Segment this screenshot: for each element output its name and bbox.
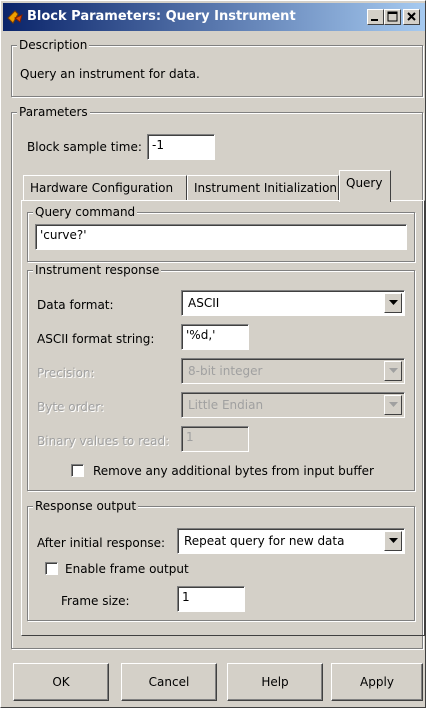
title-bar[interactable]: Block Parameters: Query Instrument (3, 3, 425, 31)
chevron-down-icon[interactable] (384, 293, 402, 313)
frame-size-field[interactable]: 1 (177, 586, 245, 612)
description-legend: Description (17, 38, 90, 52)
sample-time-field[interactable]: -1 (147, 134, 215, 160)
cancel-button[interactable]: Cancel (121, 663, 217, 701)
after-initial-select[interactable]: Repeat query for new data (177, 528, 405, 554)
maximize-button[interactable] (384, 9, 401, 25)
byte-order-label: Byte order: (37, 400, 105, 414)
data-format-value: ASCII (188, 296, 220, 310)
tab-hardware-configuration[interactable]: Hardware Configuration (23, 175, 187, 200)
binary-values-field: 1 (181, 426, 249, 452)
chevron-down-icon[interactable] (384, 531, 402, 551)
minimize-icon (371, 19, 378, 21)
precision-select: 8-bit integer (181, 358, 405, 384)
precision-label: Precision: (37, 366, 95, 380)
binary-values-label: Binary values to read: (37, 434, 170, 448)
precision-value: 8-bit integer (188, 364, 263, 378)
dialog-window: Block Parameters: Query Instrument Descr… (0, 0, 426, 708)
minimize-button[interactable] (367, 9, 384, 25)
query-command-field[interactable]: 'curve?' (35, 224, 407, 250)
data-format-select[interactable]: ASCII (181, 290, 405, 316)
tab-query[interactable]: Query (339, 170, 391, 202)
instrument-response-legend: Instrument response (33, 263, 162, 277)
enable-frame-label[interactable]: Enable frame output (65, 562, 189, 576)
byte-order-value: Little Endian (188, 398, 264, 412)
ok-button[interactable]: OK (13, 663, 109, 701)
sample-time-label: Block sample time: (27, 140, 142, 154)
close-button[interactable] (403, 9, 420, 25)
byte-order-select: Little Endian (181, 392, 405, 418)
after-initial-value: Repeat query for new data (184, 534, 345, 548)
help-button[interactable]: Help (227, 663, 323, 701)
data-format-label: Data format: (37, 298, 114, 312)
chevron-down-icon (384, 361, 402, 381)
ascii-format-label: ASCII format string: (37, 332, 155, 346)
description-text: Query an instrument for data. (20, 67, 200, 81)
close-icon (407, 12, 416, 21)
query-command-legend: Query command (33, 205, 138, 219)
enable-frame-checkbox[interactable] (45, 562, 58, 575)
parameters-legend: Parameters (17, 105, 90, 119)
ascii-format-field[interactable]: '%d,' (181, 324, 249, 350)
frame-size-label: Frame size: (61, 594, 130, 608)
window-title: Block Parameters: Query Instrument (27, 9, 296, 24)
remove-bytes-label[interactable]: Remove any additional bytes from input b… (93, 464, 374, 478)
maximize-icon (387, 11, 398, 22)
apply-button[interactable]: Apply (331, 663, 423, 701)
remove-bytes-checkbox[interactable] (71, 464, 84, 477)
response-output-legend: Response output (33, 499, 139, 513)
after-initial-label: After initial response: (37, 536, 165, 550)
tab-instrument-initialization[interactable]: Instrument Initialization (187, 175, 339, 200)
simulink-block-icon (7, 9, 23, 25)
description-group: Description Query an instrument for data… (11, 38, 423, 97)
chevron-down-icon (384, 395, 402, 415)
